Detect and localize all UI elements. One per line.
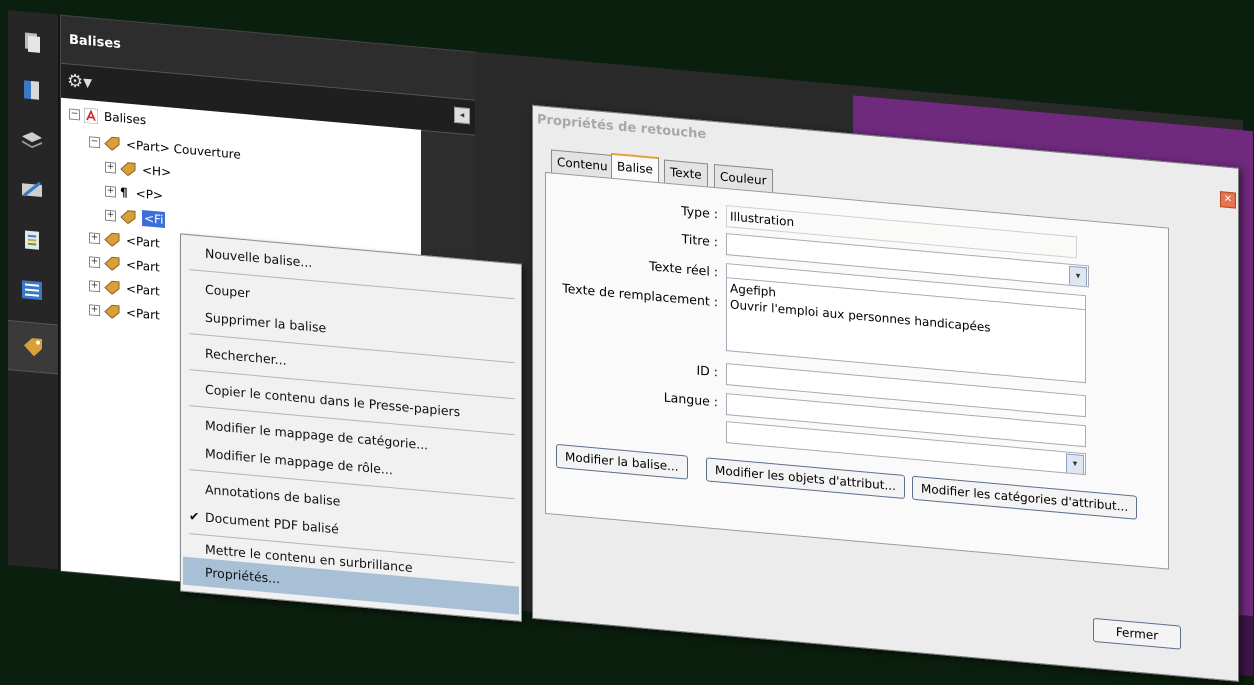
tree-node[interactable]: + <H> (105, 156, 171, 184)
tree-root[interactable]: − Balises (69, 102, 146, 131)
tree-node-label: <Part (126, 305, 160, 323)
signatures-icon[interactable] (16, 173, 48, 208)
expand-icon[interactable]: + (105, 185, 116, 198)
collapse-icon[interactable]: − (89, 135, 100, 148)
close-icon[interactable]: ✕ (1220, 191, 1236, 209)
texte-remplacement-label: Texte de remplacement : (562, 280, 718, 310)
context-menu: Nouvelle balise... Couper Supprimer la b… (180, 233, 522, 622)
tab-page-balise: Type : Illustration Titre : ▾ Texte réel… (545, 171, 1169, 570)
screenshot-scene: Balises ⚙▾ ◂ − Balises − <Part> Couvertur… (0, 0, 1254, 685)
expand-icon[interactable]: + (89, 231, 100, 244)
bookmarks-icon[interactable] (16, 73, 48, 108)
tag-icon (104, 136, 120, 151)
pdf-icon (84, 107, 98, 124)
tag-icon (120, 162, 136, 177)
type-label: Type : (681, 203, 718, 222)
menu-item-nouvelle-balise[interactable]: Nouvelle balise... (205, 241, 312, 277)
tree-node-label: <Part (126, 233, 160, 251)
expand-icon[interactable]: + (105, 161, 116, 174)
content-icon[interactable] (16, 223, 48, 258)
tag-icon (104, 256, 120, 271)
modifier-balise-button[interactable]: Modifier la balise... (556, 443, 688, 480)
tag-icon (120, 210, 136, 225)
tree-node[interactable]: + <Part (89, 298, 160, 326)
tree-node-label: <Part (126, 281, 160, 299)
tree-node[interactable]: + <Fi (105, 204, 166, 231)
order-icon[interactable] (16, 273, 48, 308)
layers-icon[interactable] (16, 123, 48, 158)
langue-label: Langue : (663, 389, 718, 410)
tags-icon[interactable] (8, 320, 58, 375)
tree-node-label: <P> (135, 186, 163, 203)
tree-root-label: Balises (104, 109, 147, 128)
expand-icon[interactable]: + (89, 303, 100, 316)
id-label: ID : (696, 362, 719, 380)
menu-item-rechercher[interactable]: Rechercher... (205, 341, 287, 374)
tree-node-label: <Part (126, 257, 160, 275)
expand-icon[interactable]: + (89, 255, 100, 268)
modifier-categories-attribut-button[interactable]: Modifier les catégories d'attribut... (912, 475, 1138, 520)
paragraph-icon: ¶ (120, 184, 128, 200)
tag-icon (104, 304, 120, 319)
navigation-icon-bar (8, 10, 59, 570)
collapse-icon[interactable]: − (69, 107, 80, 120)
expand-icon[interactable]: + (89, 279, 100, 292)
pages-icon[interactable] (16, 25, 48, 60)
options-gear-icon[interactable]: ⚙▾ (67, 70, 92, 93)
texte-reel-label: Texte réel : (649, 258, 718, 280)
expand-icon[interactable]: + (105, 209, 116, 222)
tree-node-label: <Fi (142, 209, 166, 229)
tree-node-label: <H> (142, 162, 172, 180)
tag-icon (104, 232, 120, 247)
collapse-panel-icon[interactable]: ◂ (454, 106, 470, 125)
menu-item-couper[interactable]: Couper (205, 277, 250, 307)
chevron-down-icon[interactable]: ▾ (1066, 453, 1084, 476)
panel-title: Balises (69, 32, 121, 53)
app-window: Balises ⚙▾ ◂ − Balises − <Part> Couvertur… (8, 10, 1253, 682)
menu-item-label: Document PDF balisé (205, 509, 339, 537)
tree-node[interactable]: + ¶ <P> (105, 180, 163, 207)
titre-label: Titre : (681, 231, 718, 250)
check-icon: ✔ (189, 508, 200, 525)
modifier-objets-attribut-button[interactable]: Modifier les objets d'attribut... (706, 457, 905, 500)
properties-dialog: Propriétés de retouche ✕ Contenu Balise … (532, 104, 1239, 682)
fermer-button[interactable]: Fermer (1093, 617, 1181, 650)
chevron-down-icon[interactable]: ▾ (1069, 265, 1087, 288)
tag-icon (104, 280, 120, 295)
